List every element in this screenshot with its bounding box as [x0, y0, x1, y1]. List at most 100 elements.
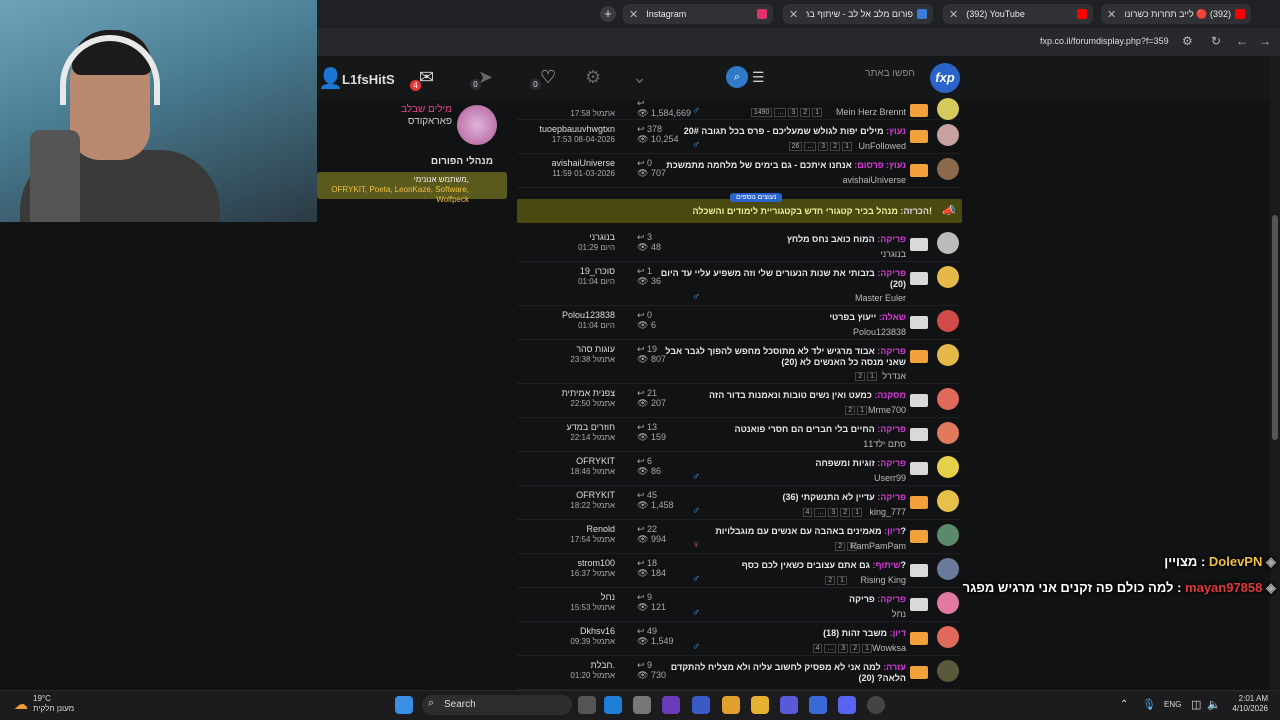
last-poster[interactable]: tuoepbauuvhwgtxn: [537, 124, 615, 134]
page-link[interactable]: 1: [837, 576, 847, 585]
page-link[interactable]: 2: [855, 372, 866, 381]
forum-title[interactable]: מילים שבלב: [401, 104, 452, 115]
online-users[interactable]: OFRYKIT, Poeta, LeonKaze, Software, Wolf…: [317, 185, 469, 205]
discord-icon[interactable]: [838, 696, 856, 714]
author-avatar[interactable]: [937, 422, 959, 444]
last-poster[interactable]: Renold: [537, 524, 615, 534]
thread-title[interactable]: שיתוף: גם אתם עצובים כשאין לכם כסף?: [646, 560, 906, 571]
task-view-icon[interactable]: [578, 696, 596, 714]
thread-author[interactable]: בנוגרני: [880, 249, 906, 259]
page-link[interactable]: 2: [840, 508, 851, 517]
page-link[interactable]: 1: [812, 108, 822, 117]
thread-author[interactable]: Polou123838: [853, 327, 906, 337]
page-link[interactable]: ...: [814, 508, 827, 517]
page-link[interactable]: 1: [867, 372, 877, 381]
thread-author[interactable]: Wowksa: [872, 643, 906, 653]
url-field[interactable]: fxp.co.il/forumdisplay.php?f=359: [1040, 36, 1169, 46]
page-link[interactable]: 2: [845, 406, 856, 415]
tab-forum[interactable]: ✕ פורום מלב אל לב - שיתוף ברגש...: [783, 4, 933, 24]
thread-row[interactable]: עזרה: למה אני לא מפסיק לחשוב עליה ולא מצ…: [517, 656, 962, 690]
thread-title[interactable]: נעוץ: מילים יפות לגולש שמעליכם - פרס בכל…: [646, 126, 906, 137]
last-poster[interactable]: Polou123838: [537, 310, 615, 320]
page-link[interactable]: 3: [788, 108, 799, 117]
thread-row[interactable]: פריקה: עדיין לא התנשקתי (36) king_777 4...…: [517, 486, 962, 520]
thread-title[interactable]: פריקה: זוגיות ומשפחה: [646, 458, 906, 469]
last-poster[interactable]: strom100: [537, 558, 615, 568]
thread-row[interactable]: נעוץ: פרסום: אנחנו איתכם - גם בימים של מ…: [517, 154, 962, 188]
mic-icon[interactable]: 🎙: [1142, 698, 1156, 711]
page-link[interactable]: 26: [788, 142, 803, 151]
last-poster[interactable]: OFRYKIT: [537, 490, 615, 500]
chevron-down-icon[interactable]: ⌄: [632, 67, 647, 88]
thread-title[interactable]: פריקה: פריקה: [646, 594, 906, 605]
last-poster[interactable]: Dkhsv16: [537, 626, 615, 636]
new-tab-button[interactable]: +: [600, 6, 616, 22]
back-icon[interactable]: →: [1259, 34, 1271, 48]
author-avatar[interactable]: [937, 524, 959, 546]
thread-author[interactable]: סתם ילד11: [863, 439, 906, 449]
thread-title[interactable]: פריקה: עדיין לא התנשקתי (36): [646, 492, 906, 503]
language-indicator[interactable]: ENG: [1164, 700, 1181, 709]
thread-title[interactable]: שאלה: ייעוץ בפרטי: [646, 312, 906, 323]
reload-icon[interactable]: ↻: [1211, 34, 1221, 48]
page-link[interactable]: 2: [825, 576, 836, 585]
thread-author[interactable]: Mein Herz Brennt: [836, 107, 906, 117]
scrollbar-thumb[interactable]: [1272, 215, 1278, 440]
search-icon[interactable]: ⌕: [726, 66, 748, 88]
thread-title[interactable]: פריקה: החיים בלי חברים הם חסרי פואנטה: [646, 424, 906, 435]
last-poster[interactable]: נחל: [537, 592, 615, 602]
thread-author[interactable]: avishaiUniverse: [842, 175, 906, 185]
chrome-icon[interactable]: [722, 696, 740, 714]
volume-icon[interactable]: 🔈: [1207, 698, 1221, 711]
author-avatar[interactable]: [937, 266, 959, 288]
thread-title[interactable]: נעוץ: פרסום: אנחנו איתכם - גם בימים של מ…: [646, 160, 906, 171]
thread-author[interactable]: נחל: [892, 609, 906, 619]
thread-row[interactable]: מסקנה: כמעט ואין נשים טובות ונאמנות בדור…: [517, 384, 962, 418]
last-poster[interactable]: חבלת.: [537, 660, 615, 670]
teams-icon[interactable]: [780, 696, 798, 714]
last-poster[interactable]: סוכרו_19: [537, 266, 615, 276]
page-link[interactable]: 2: [800, 108, 811, 117]
page-link[interactable]: 2: [835, 542, 846, 551]
close-tab-icon[interactable]: ✕: [789, 8, 798, 21]
username[interactable]: L1fsHitS: [342, 72, 395, 87]
weather-widget[interactable]: 19°C מעונן חלקית: [33, 694, 74, 714]
thread-row[interactable]: פריקה: המוח כואב נחס מלחץ בנוגרני ↩ 3 👁 48 ב…: [517, 228, 962, 262]
close-tab-icon[interactable]: ✕: [629, 8, 638, 21]
page-link[interactable]: 1: [857, 406, 867, 415]
clock[interactable]: 2:01 AM 4/10/2026: [1226, 694, 1268, 714]
page-link[interactable]: ...: [774, 108, 787, 117]
thread-author[interactable]: אנדרל: [882, 371, 906, 381]
fxp-logo[interactable]: fxp: [930, 63, 960, 93]
page-link[interactable]: 2: [850, 644, 861, 653]
thread-author[interactable]: UnFollowed: [858, 141, 906, 151]
author-avatar[interactable]: [937, 456, 959, 478]
thread-author[interactable]: Master Euler: [855, 293, 906, 303]
author-avatar[interactable]: [937, 98, 959, 120]
menu-icon[interactable]: ☰: [752, 69, 765, 86]
author-avatar[interactable]: [937, 660, 959, 682]
thread-row[interactable]: Mein Herz Brennt 1490... 3 2 1 ↩ 👁 1,584,669 1…: [517, 94, 962, 120]
thread-author[interactable]: Userr99: [874, 473, 906, 483]
author-avatar[interactable]: [937, 558, 959, 580]
author-avatar[interactable]: [937, 388, 959, 410]
page-link[interactable]: ...: [824, 644, 837, 653]
author-avatar[interactable]: [937, 626, 959, 648]
app-icon[interactable]: [692, 696, 710, 714]
close-tab-icon[interactable]: ✕: [1107, 8, 1116, 21]
last-poster[interactable]: avishaiUniverse: [537, 158, 615, 168]
page-link[interactable]: 3: [838, 644, 849, 653]
forum-managers-link[interactable]: מנהלי הפורום: [431, 156, 493, 167]
thread-author[interactable]: Rising King: [860, 575, 906, 585]
author-avatar[interactable]: [937, 592, 959, 614]
thread-author[interactable]: Mrme700: [868, 405, 906, 415]
page-link[interactable]: 3: [818, 142, 829, 151]
thread-author[interactable]: RamPamPam: [850, 541, 906, 551]
site-settings-icon[interactable]: ⚙: [1182, 34, 1193, 48]
tab-youtube-live[interactable]: ✕ (392) 🔴 לייב תחרות כשרונות: [1101, 4, 1251, 24]
chevron-up-icon[interactable]: ⌃: [1120, 699, 1128, 710]
author-avatar[interactable]: [937, 490, 959, 512]
thread-row[interactable]: פריקה: זוגיות ומשפחה Userr99 ↩ 6 👁 86 OFRYKI…: [517, 452, 962, 486]
page-link[interactable]: 1: [842, 142, 852, 151]
page-link[interactable]: 1: [847, 542, 857, 551]
